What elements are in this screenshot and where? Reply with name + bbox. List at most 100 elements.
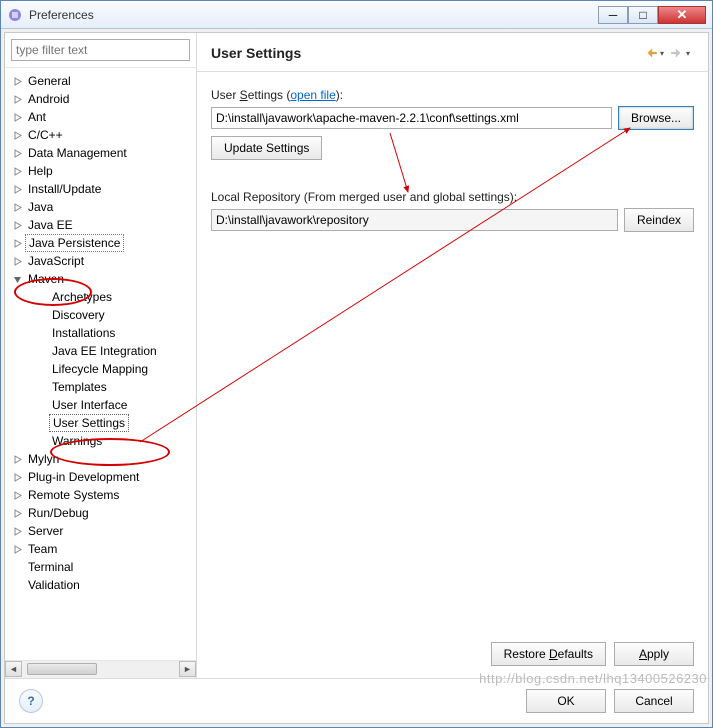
tree-item-label: Mylyn [25, 451, 62, 467]
minimize-button[interactable]: ─ [598, 6, 628, 24]
tree-item[interactable]: Plug-in Development [5, 468, 196, 486]
expand-icon[interactable] [11, 165, 23, 177]
tree-item-label: Lifecycle Mapping [49, 361, 151, 377]
expand-icon[interactable] [11, 75, 23, 87]
help-button[interactable]: ? [19, 689, 43, 713]
tree-item-label: Team [25, 541, 60, 557]
tree-item[interactable]: Install/Update [5, 180, 196, 198]
tree-item[interactable]: User Interface [5, 396, 196, 414]
tree-item-label: Help [25, 163, 56, 179]
expand-icon[interactable] [11, 255, 23, 267]
tree-item[interactable]: Warnings [5, 432, 196, 450]
scroll-thumb[interactable] [27, 663, 97, 675]
user-settings-label: User Settings (open file): [211, 88, 694, 102]
tree-item[interactable]: Data Management [5, 144, 196, 162]
tree-item[interactable]: Help [5, 162, 196, 180]
tree-item[interactable]: Validation [5, 576, 196, 594]
tree-item[interactable]: Terminal [5, 558, 196, 576]
tree-item[interactable]: Lifecycle Mapping [5, 360, 196, 378]
tree-item[interactable]: Server [5, 522, 196, 540]
filter-area [11, 39, 190, 61]
user-settings-input[interactable] [211, 107, 612, 129]
tree-item-label: Run/Debug [25, 505, 92, 521]
expand-icon[interactable] [11, 507, 23, 519]
tree-item[interactable]: JavaScript [5, 252, 196, 270]
ok-button[interactable]: OK [526, 689, 606, 713]
window-buttons: ─ □ ✕ [598, 6, 706, 24]
tree-item-label: Android [25, 91, 72, 107]
cancel-button[interactable]: Cancel [614, 689, 694, 713]
expand-icon[interactable] [11, 453, 23, 465]
left-pane: General AndroidAntC/C++ Data Management Hel… [5, 33, 197, 678]
tree-item-label: Templates [49, 379, 110, 395]
title-bar[interactable]: Preferences ─ □ ✕ [1, 1, 712, 29]
expand-icon[interactable] [11, 93, 23, 105]
nav-buttons: ▾ ▾ [644, 46, 694, 60]
tree-item[interactable]: Team [5, 540, 196, 558]
expand-icon[interactable] [11, 237, 23, 249]
horizontal-scrollbar[interactable]: ◄ ► [5, 660, 196, 678]
expand-icon[interactable] [11, 543, 23, 555]
tree-item[interactable]: Java Persistence [5, 234, 196, 252]
page-title: User Settings [211, 45, 644, 61]
tree-item[interactable]: Remote Systems [5, 486, 196, 504]
page-header: User Settings ▾ ▾ [197, 33, 708, 72]
scroll-right-arrow[interactable]: ► [179, 661, 196, 677]
tree-item-label: General [25, 73, 74, 89]
tree-item[interactable]: C/C++ [5, 126, 196, 144]
right-pane: User Settings ▾ ▾ User Settings (open fi… [197, 33, 708, 678]
update-settings-button[interactable]: Update Settings [211, 136, 322, 160]
tree-item-label: Server [25, 523, 66, 539]
tree-item[interactable]: Installations [5, 324, 196, 342]
expand-icon[interactable] [11, 525, 23, 537]
expand-icon[interactable] [11, 471, 23, 483]
tree-item-label: Validation [25, 577, 83, 593]
open-file-link[interactable]: open file [290, 88, 335, 102]
apply-button[interactable]: Apply [614, 642, 694, 666]
tree-item-label: Java Persistence [25, 234, 124, 252]
forward-dropdown-icon[interactable]: ▾ [686, 49, 694, 58]
tree-item[interactable]: Ant [5, 108, 196, 126]
tree-item[interactable]: Java EE Integration [5, 342, 196, 360]
maximize-button[interactable]: □ [628, 6, 658, 24]
tree-item[interactable]: Templates [5, 378, 196, 396]
tree-item[interactable]: Mylyn [5, 450, 196, 468]
tree-item-label: User Settings [49, 414, 129, 432]
tree-item-label: User Interface [49, 397, 130, 413]
expand-icon[interactable] [11, 111, 23, 123]
preferences-window: Preferences ─ □ ✕ General AndroidAntC/C++… [0, 0, 713, 728]
back-icon[interactable] [644, 46, 658, 60]
close-button[interactable]: ✕ [658, 6, 706, 24]
expand-icon[interactable] [11, 129, 23, 141]
dialog-footer: ? OK Cancel [5, 678, 708, 723]
dialog-body: General AndroidAntC/C++ Data Management Hel… [4, 32, 709, 724]
tree-item-label: C/C++ [25, 127, 66, 143]
tree-item[interactable]: Java EE [5, 216, 196, 234]
tree-item[interactable]: Run/Debug [5, 504, 196, 522]
tree-item[interactable]: User Settings [5, 414, 196, 432]
tree-item[interactable]: General [5, 72, 196, 90]
expand-icon[interactable] [11, 183, 23, 195]
back-dropdown-icon[interactable]: ▾ [660, 49, 668, 58]
forward-icon[interactable] [670, 46, 684, 60]
expand-icon[interactable] [11, 201, 23, 213]
browse-button[interactable]: Browse... [618, 106, 694, 130]
tree-item[interactable]: Android [5, 90, 196, 108]
tree-item[interactable]: Maven [5, 270, 196, 288]
app-icon [7, 7, 23, 23]
reindex-button[interactable]: Reindex [624, 208, 694, 232]
tree-item[interactable]: Discovery [5, 306, 196, 324]
collapse-icon[interactable] [11, 273, 23, 285]
expand-icon[interactable] [11, 219, 23, 231]
expand-icon[interactable] [11, 147, 23, 159]
scroll-left-arrow[interactable]: ◄ [5, 661, 22, 677]
tree-item[interactable]: Java [5, 198, 196, 216]
expand-icon[interactable] [11, 489, 23, 501]
tree-item-label: Data Management [25, 145, 130, 161]
tree-item[interactable]: Archetypes [5, 288, 196, 306]
preferences-tree[interactable]: General AndroidAntC/C++ Data Management Hel… [5, 68, 196, 660]
page-content: User Settings (open file): Browse... Upd… [197, 72, 708, 678]
filter-input[interactable] [11, 39, 190, 61]
tree-item-label: Warnings [49, 433, 105, 449]
restore-defaults-button[interactable]: Restore Defaults [491, 642, 606, 666]
